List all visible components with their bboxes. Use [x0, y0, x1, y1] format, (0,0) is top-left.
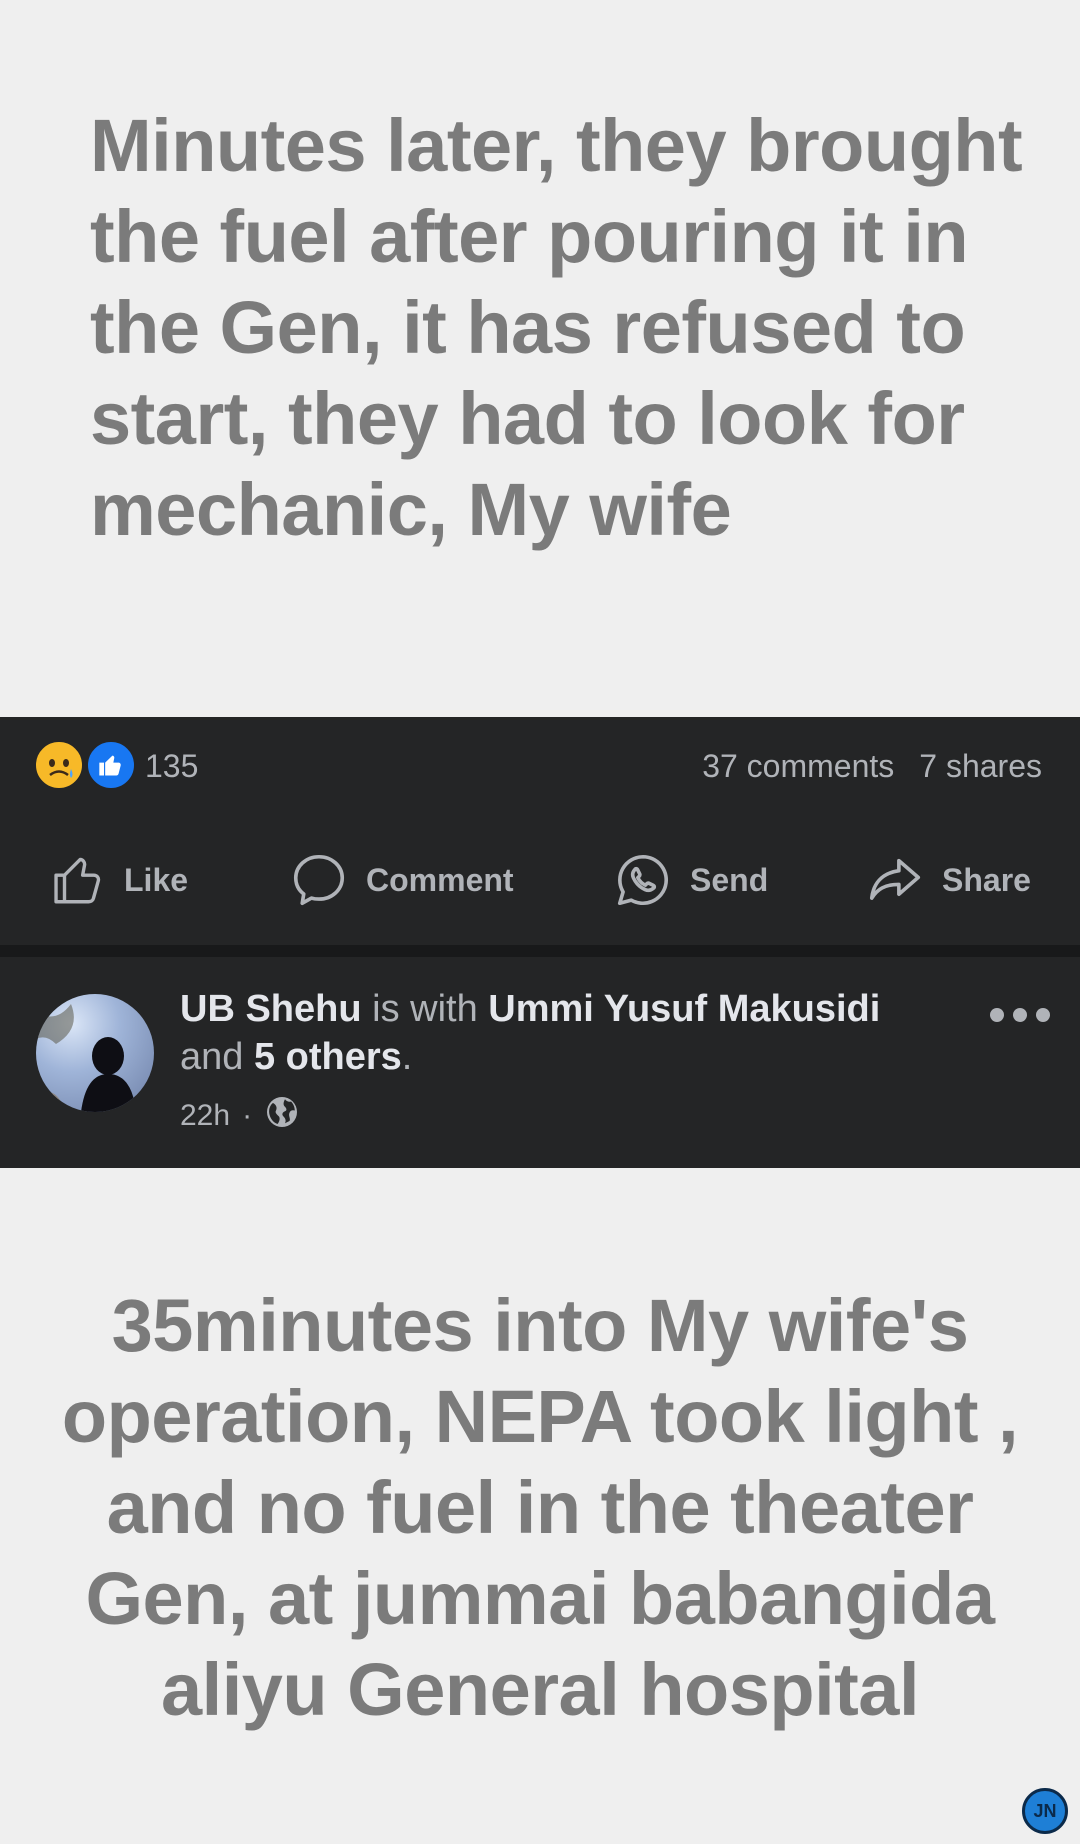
share-arrow-icon	[864, 849, 926, 911]
shares-count[interactable]: 7 shares	[919, 748, 1042, 785]
avatar[interactable]	[36, 994, 154, 1112]
post-time[interactable]: 22h	[180, 1099, 230, 1133]
comment-label: Comment	[366, 861, 514, 898]
more-dot-icon	[990, 1008, 1004, 1022]
is-with-text: is with	[361, 988, 489, 1030]
send-button[interactable]: Send	[612, 845, 768, 915]
share-label: Share	[942, 861, 1031, 898]
more-dot-icon	[1036, 1008, 1050, 1022]
more-dot-icon	[1013, 1008, 1027, 1022]
globe-icon	[264, 1094, 300, 1138]
reactions-summary[interactable]	[34, 740, 136, 792]
share-button[interactable]: Share	[864, 845, 1031, 915]
post-text-clip: Minutes later, they brought the fuel aft…	[90, 100, 1050, 588]
engagement-counts: 37 comments 7 shares	[702, 748, 1042, 785]
post-text-background: 35minutes into My wife's operation, NEPA…	[0, 1168, 1080, 1844]
like-label: Like	[124, 861, 189, 898]
more-options-button[interactable]	[990, 1005, 1050, 1025]
post-actions: Like Comment Send Share	[0, 845, 1080, 915]
post-text-background: Minutes later, they brought the fuel aft…	[0, 0, 1080, 717]
and-text: and	[180, 1036, 254, 1078]
post-text: Minutes later, they brought the fuel aft…	[90, 104, 1023, 551]
others-link[interactable]: 5 others	[254, 1036, 402, 1078]
comments-count[interactable]: 37 comments	[702, 748, 894, 785]
post-meta: 22h ·	[180, 1094, 300, 1138]
comment-button[interactable]: Comment	[288, 845, 514, 915]
thumbs-up-icon	[50, 851, 108, 909]
meta-separator: ·	[242, 1099, 253, 1132]
send-label: Send	[690, 861, 769, 898]
post-text: 35minutes into My wife's operation, NEPA…	[61, 1284, 1019, 1731]
like-button[interactable]: Like	[50, 845, 188, 915]
period-text: .	[401, 1036, 413, 1078]
like-reaction-icon	[86, 740, 136, 790]
author-name[interactable]: UB Shehu	[180, 988, 362, 1030]
post-divider	[0, 945, 1080, 957]
watermark-text: JN	[1033, 1800, 1057, 1821]
sad-reaction-icon	[34, 740, 84, 790]
reaction-count[interactable]: 135	[145, 748, 198, 785]
watermark-logo: JN	[1022, 1788, 1068, 1834]
comment-bubble-icon	[288, 849, 350, 911]
tagged-user[interactable]: Ummi Yusuf Makusidi	[488, 988, 880, 1030]
post-author-line: UB Shehu is with Ummi Yusuf Makusidi and…	[180, 985, 940, 1081]
whatsapp-icon	[612, 849, 674, 911]
